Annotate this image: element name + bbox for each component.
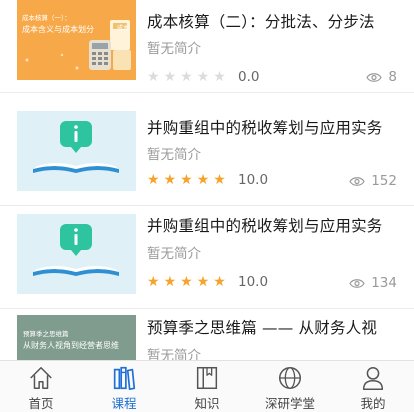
rating-score: 10.0 [238, 274, 269, 290]
star-icon: ★ [147, 274, 160, 290]
thumbnail-subtitle: 预算季之思维篇 [23, 330, 69, 338]
thumbnail-title: 从财务人视角到经营者思维 [23, 341, 119, 350]
course-title[interactable]: 预算季之思维篇 —— 从财务人视 [147, 316, 377, 338]
bottom-tab-bar: 首页 课程 知识 深研学堂 我的 [0, 360, 414, 412]
rating-stars: ★ ★ ★ ★ ★ [147, 173, 226, 187]
course-thumbnail[interactable]: 成本核算（一）： 成本含义与成本划分 成本 [17, 0, 136, 80]
tab-research-academy[interactable]: 深研学堂 [254, 364, 326, 412]
star-icon: ★ [163, 172, 177, 188]
course-thumbnail[interactable]: 预算季之思维篇 从财务人视角到经营者思维 [17, 315, 136, 360]
book-icon [196, 366, 218, 390]
tab-label: 知识 [194, 396, 220, 411]
calculator-illustration-icon: 成本 [25, 20, 131, 70]
star-icon: ★ [163, 274, 177, 290]
star-icon: ★ [147, 172, 160, 188]
tab-label: 课程 [111, 396, 137, 411]
view-count-value: 8 [388, 69, 397, 85]
view-count-value: 152 [371, 173, 397, 189]
course-item[interactable]: 并购重组中的税收筹划与应用实务 暂无简介 ★ ★ ★ ★ ★ 10.0 134 [0, 206, 414, 309]
tab-courses[interactable]: 课程 [88, 364, 160, 412]
eye-icon [349, 278, 365, 288]
tab-knowledge[interactable]: 知识 [171, 364, 243, 412]
course-list[interactable]: 成本核算（一）： 成本含义与成本划分 成本 成本核算（二）：分批法、分步法 暂无… [0, 0, 414, 360]
course-description: 暂无简介 [147, 147, 201, 163]
star-icon: ★ [163, 69, 177, 85]
course-description: 暂无简介 [147, 246, 201, 262]
view-count: 152 [349, 173, 397, 189]
home-icon [30, 366, 52, 390]
course-thumbnail[interactable] [17, 111, 136, 191]
course-item[interactable]: 预算季之思维篇 从财务人视角到经营者思维 预算季之思维篇 —— 从财务人视 暂无… [0, 305, 414, 360]
rating-stars: ★ ★ ★ ★ ★ [147, 70, 226, 84]
rating-score: 10.0 [238, 172, 269, 188]
view-count-value: 134 [371, 275, 397, 291]
rating-score: 0.0 [238, 69, 260, 85]
star-icon: ★ [213, 172, 226, 188]
open-book-info-icon [33, 224, 119, 276]
star-icon: ★ [196, 69, 210, 85]
star-icon: ★ [213, 69, 226, 85]
course-thumbnail[interactable] [17, 214, 136, 294]
eye-icon [366, 72, 383, 82]
star-icon: ★ [180, 274, 193, 290]
globe-icon [278, 366, 302, 390]
tab-label: 我的 [360, 396, 386, 411]
course-item[interactable]: 并购重组中的税收筹划与应用实务 暂无简介 ★ ★ ★ ★ ★ 10.0 152 [0, 103, 414, 206]
course-item[interactable]: 成本核算（一）： 成本含义与成本划分 成本 成本核算（二）：分批法、分步法 暂无… [0, 0, 414, 93]
course-title[interactable]: 并购重组中的税收筹划与应用实务 [147, 214, 383, 236]
star-icon: ★ [180, 69, 193, 85]
open-book-info-icon [33, 121, 119, 173]
star-icon: ★ [147, 69, 160, 85]
star-icon: ★ [196, 274, 210, 290]
view-count: 8 [366, 69, 397, 85]
person-icon [362, 366, 384, 390]
view-count: 134 [349, 275, 397, 291]
eye-icon [349, 176, 365, 186]
tab-mine[interactable]: 我的 [337, 364, 409, 412]
tab-home[interactable]: 首页 [5, 364, 77, 412]
svg-text:成本: 成本 [117, 24, 129, 32]
course-title[interactable]: 并购重组中的税收筹划与应用实务 [147, 116, 383, 138]
tab-label: 深研学堂 [264, 396, 315, 411]
books-icon [113, 366, 136, 391]
course-description: 暂无简介 [147, 41, 201, 57]
rating-stars: ★ ★ ★ ★ ★ [147, 275, 226, 289]
divider [0, 92, 414, 93]
star-icon: ★ [213, 274, 226, 290]
star-icon: ★ [180, 172, 193, 188]
course-title[interactable]: 成本核算（二）：分批法、分步法 [147, 10, 375, 32]
tab-label: 首页 [28, 396, 54, 411]
course-description: 暂无简介 [147, 348, 201, 360]
star-icon: ★ [196, 172, 210, 188]
